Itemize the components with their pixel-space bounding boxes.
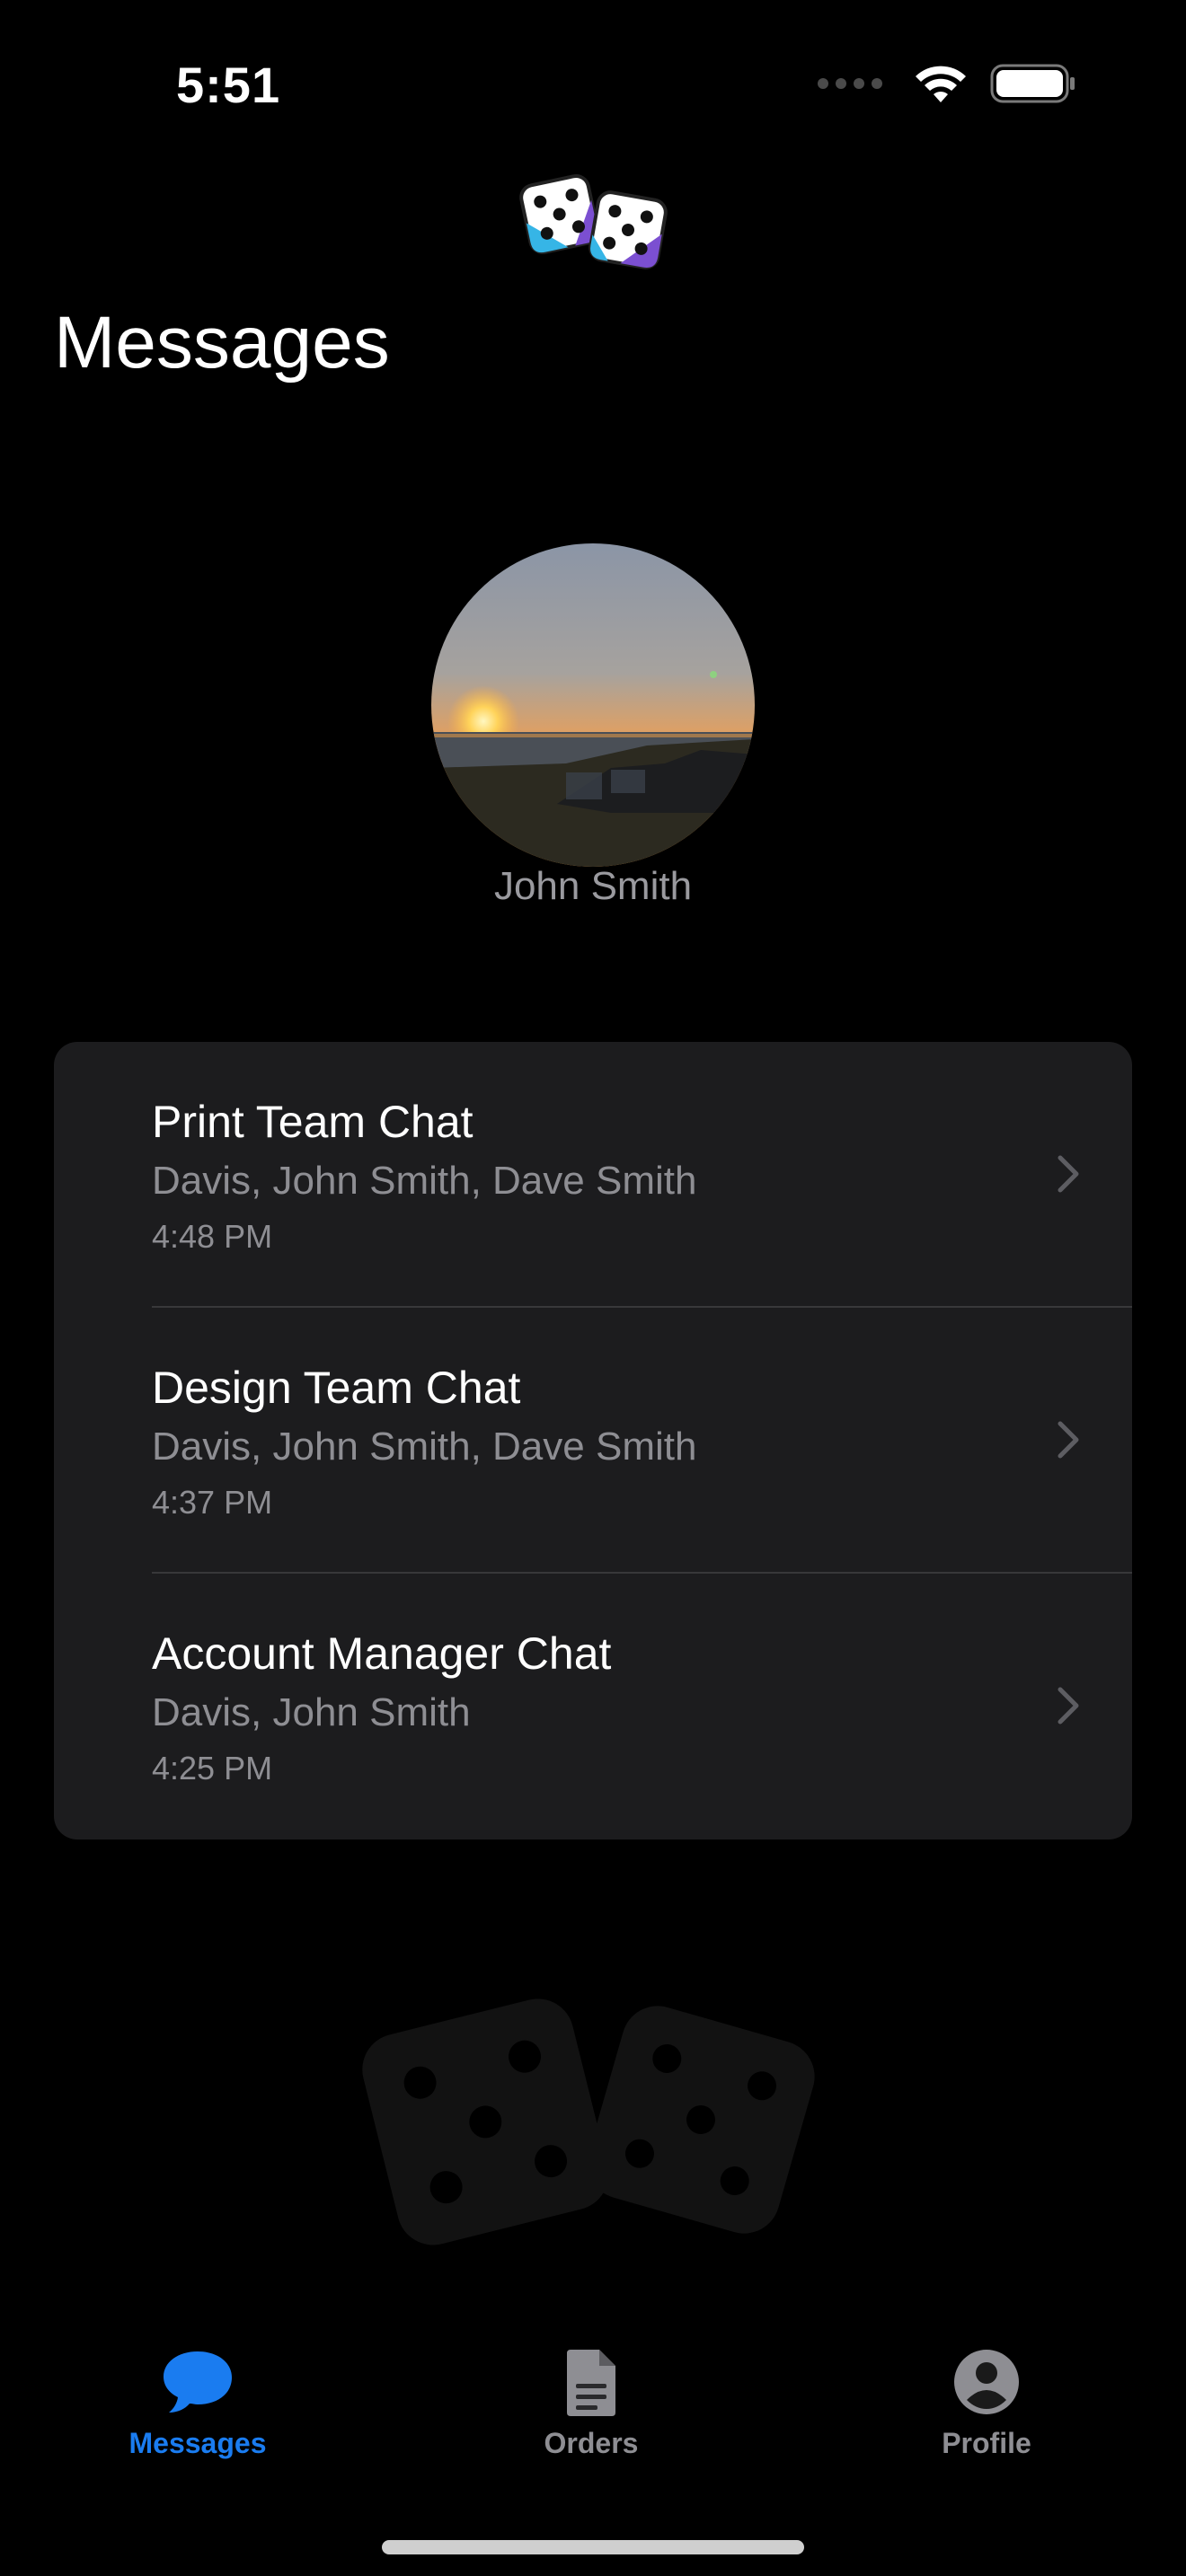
home-indicator[interactable] [382, 2540, 804, 2554]
tab-label: Profile [942, 2427, 1031, 2459]
tab-bar: Messages Orders Profile [0, 2344, 1186, 2506]
chat-title: Print Team Chat [152, 1097, 474, 1147]
tab-orders[interactable]: Orders [474, 2344, 708, 2460]
tab-messages[interactable]: Messages [81, 2344, 314, 2460]
chat-title: Design Team Chat [152, 1363, 521, 1413]
battery-icon [990, 64, 1075, 103]
chat-row-design-team[interactable]: Design Team Chat Davis, John Smith, Dave… [54, 1308, 1132, 1574]
wifi-icon [916, 66, 966, 102]
status-time: 5:51 [176, 57, 281, 113]
status-icons [818, 63, 1076, 104]
sunset-photo [431, 543, 755, 867]
chat-timestamp: 4:25 PM [152, 1750, 273, 1786]
chevron-right-icon [1058, 1421, 1079, 1459]
chevron-right-icon [1058, 1687, 1079, 1725]
tab-profile[interactable]: Profile [870, 2344, 1103, 2460]
dice-watermark-icon [362, 1998, 815, 2245]
chat-members: Davis, John Smith [152, 1690, 471, 1734]
page-title: Messages [54, 302, 390, 384]
chevron-right-icon [1058, 1155, 1079, 1193]
chat-members: Davis, John Smith, Dave Smith [152, 1425, 697, 1469]
tab-label: Orders [544, 2427, 639, 2459]
chat-timestamp: 4:37 PM [152, 1484, 273, 1521]
profile-name: John Smith [493, 864, 693, 908]
chat-members: Davis, John Smith, Dave Smith [152, 1159, 697, 1203]
person-circle-icon [954, 2350, 1019, 2414]
cellular-signal-icon [818, 78, 882, 89]
avatar[interactable] [431, 543, 755, 867]
chat-title: Account Manager Chat [152, 1628, 612, 1679]
document-icon [567, 2350, 615, 2416]
chat-bubble-icon [164, 2351, 232, 2413]
tab-label: Messages [128, 2427, 267, 2459]
chat-row-print-team[interactable]: Print Team Chat Davis, John Smith, Dave … [54, 1042, 1132, 1308]
chat-row-account-manager[interactable]: Account Manager Chat Davis, John Smith 4… [54, 1574, 1132, 1839]
chat-timestamp: 4:48 PM [152, 1218, 273, 1255]
status-bar: 5:51 [0, 0, 1186, 171]
dice-logo-icon [519, 173, 668, 269]
chat-list: Print Team Chat Davis, John Smith, Dave … [54, 1042, 1132, 1839]
